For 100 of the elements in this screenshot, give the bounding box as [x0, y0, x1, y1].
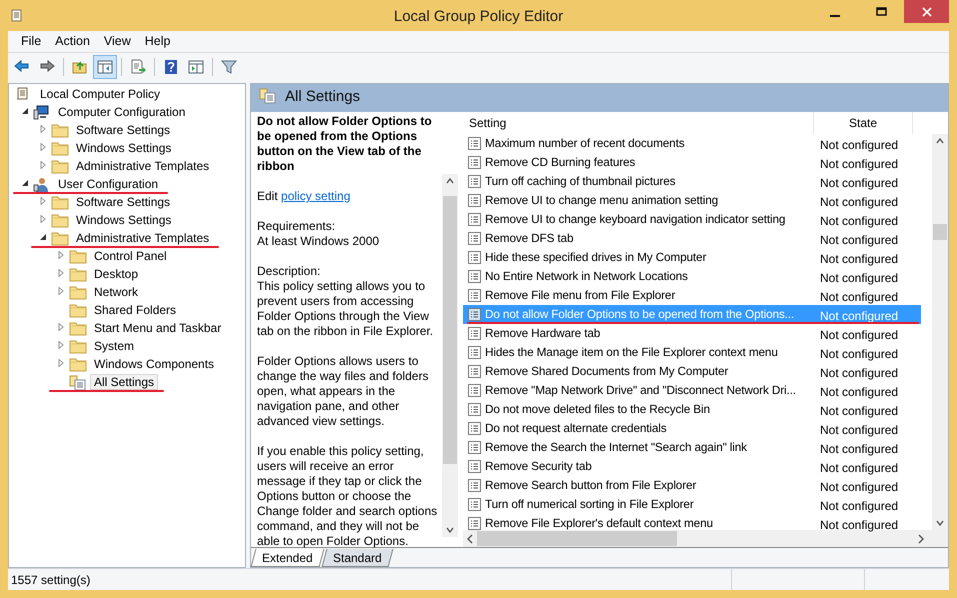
table-row[interactable]: Maximum number of recent documents Not configured: [463, 134, 921, 153]
app-icon: [10, 8, 24, 24]
collapsed-arrow-icon[interactable]: [57, 251, 65, 259]
policy-setting-icon: [468, 212, 481, 226]
close-icon: [922, 6, 932, 16]
requirements-text: At least Windows 2000: [257, 234, 380, 249]
policy-setting-icon: [468, 516, 481, 530]
tree-item[interactable]: All Settings: [90, 374, 158, 390]
setting-name: Do not request alternate credentials: [485, 421, 666, 435]
column-header[interactable]: Setting: [463, 114, 813, 132]
setting-name: Remove UI to change menu animation setting: [485, 193, 718, 207]
folder-icon: [69, 266, 87, 283]
collapsed-arrow-icon[interactable]: [57, 341, 65, 349]
tree-item[interactable]: Software Settings: [72, 194, 174, 210]
tree-item[interactable]: Network: [90, 284, 142, 300]
list-scrollbar[interactable]: [932, 134, 948, 530]
tree-item[interactable]: Windows Settings: [72, 212, 176, 228]
setting-name: Turn off caching of thumbnail pictures: [485, 174, 676, 188]
table-row[interactable]: Remove CD Burning features Not configured: [463, 153, 921, 172]
table-row[interactable]: Remove Shared Documents from My Computer Not configured: [463, 362, 921, 381]
window-pane-icon[interactable]: [187, 58, 205, 76]
state-text: Not configured: [819, 251, 900, 268]
menu-item[interactable]: Help: [138, 31, 178, 52]
pane-icon[interactable]: [96, 58, 114, 76]
tree-item[interactable]: Local Computer Policy: [36, 86, 164, 102]
setting-name: Remove UI to change keyboard navigation indicator setting: [485, 212, 786, 226]
tree-item[interactable]: Start Menu and Taskbar: [90, 320, 226, 336]
policy-setting-link[interactable]: policy setting: [281, 189, 350, 203]
expanded-arrow-icon[interactable]: [21, 107, 29, 115]
table-row[interactable]: Remove UI to change keyboard navigation indicator setting Not configured: [463, 210, 921, 229]
tree-item[interactable]: Windows Settings: [72, 140, 176, 156]
folder-icon: [51, 230, 69, 247]
tree-item[interactable]: Desktop: [90, 266, 142, 282]
state-text: Not configured: [819, 175, 900, 192]
tree-item[interactable]: Windows Components: [90, 356, 218, 372]
table-row[interactable]: Turn off caching of thumbnail pictures Not configured: [463, 172, 921, 191]
collapsed-arrow-icon[interactable]: [39, 197, 47, 205]
policy-setting-icon: [468, 346, 481, 358]
setting-name: Turn off numerical sorting in File Explorer: [485, 497, 694, 511]
help-icon[interactable]: [162, 58, 180, 76]
column-header[interactable]: State: [813, 112, 913, 134]
tree-item[interactable]: Computer Configuration: [54, 104, 190, 120]
table-row[interactable]: Remove DFS tab Not configured: [463, 229, 921, 248]
table-row[interactable]: Remove File menu from File Explorer Not configured: [463, 286, 921, 305]
collapsed-arrow-icon[interactable]: [39, 215, 47, 223]
folder-icon: [51, 194, 69, 211]
table-row[interactable]: Remove UI to change menu animation setting Not configured: [463, 191, 921, 210]
view-tab[interactable]: Extended: [250, 549, 324, 567]
table-row[interactable]: No Entire Network in Network Locations Not configured: [463, 267, 921, 286]
setting-name: Hide these specified drives in My Computer: [485, 250, 706, 264]
table-row[interactable]: Do not request alternate credentials Not configured: [463, 419, 921, 438]
menu-item[interactable]: File: [14, 31, 48, 52]
table-row[interactable]: Hides the Manage item on the File Explorer context menu Not configured: [463, 343, 921, 362]
table-row[interactable]: Remove File Explorer's default context menu Not configured: [463, 514, 921, 533]
policy-setting-icon: [468, 440, 481, 454]
folder-icon: [69, 338, 87, 355]
menu-item[interactable]: View: [96, 31, 138, 52]
settings-icon: [259, 87, 277, 104]
tree-item[interactable]: Control Panel: [90, 248, 171, 264]
setting-name: Remove Search button from File Explorer: [485, 478, 696, 492]
policy-setting-icon: [468, 156, 481, 168]
collapsed-arrow-icon[interactable]: [57, 269, 65, 277]
collapsed-arrow-icon[interactable]: [57, 359, 65, 367]
expanded-arrow-icon[interactable]: [21, 179, 29, 187]
collapsed-arrow-icon[interactable]: [39, 143, 47, 151]
table-row[interactable]: Turn off numerical sorting in File Explorer Not configured: [463, 495, 921, 514]
view-tab[interactable]: Standard: [321, 549, 393, 567]
state-text: Not configured: [819, 498, 900, 515]
folder-icon: [69, 356, 87, 373]
description-scrollbar[interactable]: [442, 174, 458, 537]
policy-setting-icon: [468, 326, 481, 340]
scroll-thumb[interactable]: [477, 531, 677, 546]
setting-name: Remove "Map Network Drive" and "Disconnect Network Dri...: [485, 383, 796, 397]
tree-item[interactable]: Administrative Templates: [72, 230, 214, 246]
table-row[interactable]: Remove "Map Network Drive" and "Disconnect Network Dri... Not configured: [463, 381, 921, 400]
folder-icon: [51, 212, 69, 229]
expanded-arrow-icon[interactable]: [39, 233, 47, 241]
tree-item[interactable]: System: [90, 338, 138, 354]
scroll-thumb[interactable]: [933, 224, 947, 240]
table-row[interactable]: Remove Security tab Not configured: [463, 457, 921, 476]
tree-item[interactable]: Administrative Templates: [72, 158, 214, 174]
table-row[interactable]: Remove the Search the Internet "Search again" link Not configured: [463, 438, 921, 457]
table-row[interactable]: Remove Search button from File Explorer Not configured: [463, 476, 921, 495]
table-row[interactable]: Remove Hardware tab Not configured: [463, 324, 921, 343]
export-list-icon[interactable]: [129, 58, 147, 76]
tree-item[interactable]: User Configuration: [54, 176, 162, 192]
close-button[interactable]: [904, 0, 949, 23]
table-row[interactable]: Do not move deleted files to the Recycle Bin Not configured: [463, 400, 921, 419]
table-row[interactable]: Hide these specified drives in My Computer Not configured: [463, 248, 921, 267]
tree-item[interactable]: Software Settings: [72, 122, 174, 138]
folder-icon: [69, 284, 87, 301]
scroll-thumb[interactable]: [443, 196, 457, 464]
collapsed-arrow-icon[interactable]: [57, 323, 65, 331]
collapsed-arrow-icon[interactable]: [39, 125, 47, 133]
tree-item[interactable]: Shared Folders: [90, 302, 180, 318]
collapsed-arrow-icon[interactable]: [57, 287, 65, 295]
collapsed-arrow-icon[interactable]: [39, 161, 47, 169]
horizontal-scrollbar[interactable]: [463, 530, 948, 547]
menu-item[interactable]: Action: [48, 31, 97, 52]
filter-icon[interactable]: [220, 58, 238, 76]
